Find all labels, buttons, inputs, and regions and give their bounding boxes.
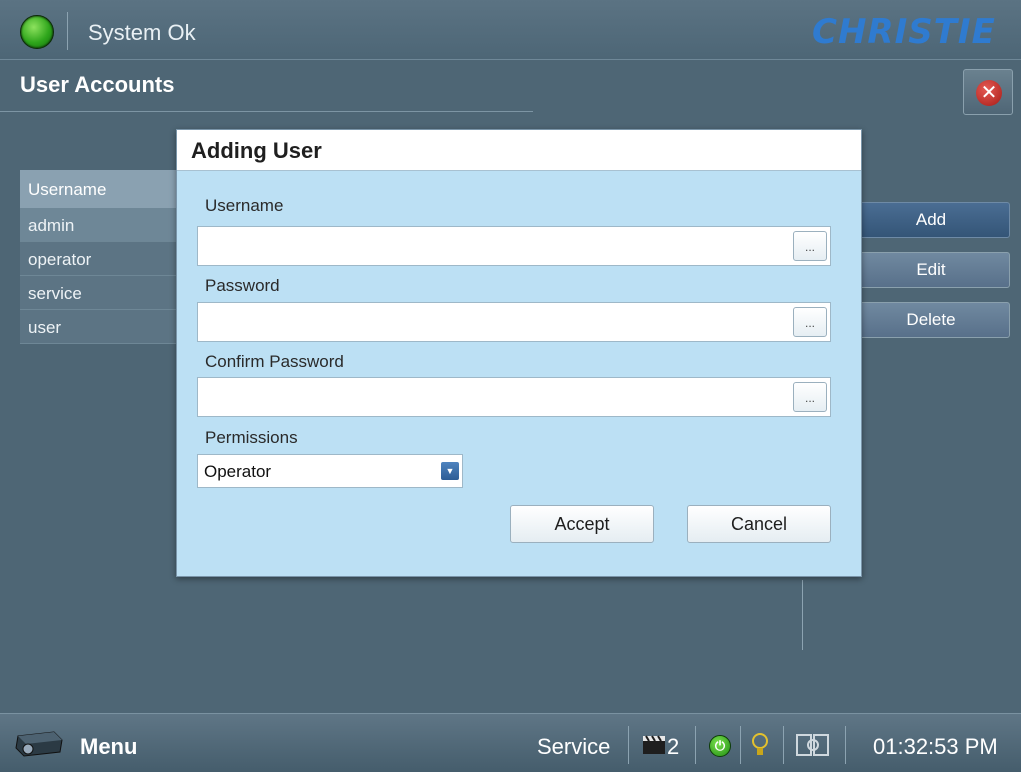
bottom-status-bar: Menu Service 2 ⏻ 01:32:53 PM bbox=[0, 713, 1021, 772]
service-label: Service bbox=[537, 734, 611, 759]
lamp-icon[interactable] bbox=[751, 732, 769, 758]
divider bbox=[628, 726, 629, 764]
cancel-button[interactable]: Cancel bbox=[687, 505, 831, 543]
divider bbox=[783, 726, 784, 764]
menu-button[interactable]: Menu bbox=[80, 734, 137, 760]
divider bbox=[695, 726, 696, 764]
divider bbox=[845, 726, 846, 764]
user-list: Username admin operator service user bbox=[20, 170, 180, 344]
permissions-label: Permissions bbox=[205, 428, 298, 447]
confirm-password-field[interactable] bbox=[197, 377, 831, 417]
user-row-admin[interactable]: admin bbox=[20, 208, 180, 242]
user-list-header: Username bbox=[20, 170, 180, 208]
permissions-select[interactable]: Operator ▼ bbox=[197, 454, 463, 488]
divider bbox=[802, 580, 803, 650]
tools-icon[interactable] bbox=[794, 731, 832, 759]
clock: 01:32:53 PM bbox=[873, 734, 998, 759]
power-icon[interactable]: ⏻ bbox=[709, 735, 731, 757]
page-title: User Accounts bbox=[20, 72, 175, 97]
edit-button[interactable]: Edit bbox=[852, 252, 1010, 288]
title-divider bbox=[0, 111, 533, 112]
add-button[interactable]: Add bbox=[852, 202, 1010, 238]
top-status-bar: System Ok CHRISTIE bbox=[0, 0, 1021, 60]
dialog-title-bar: Adding User bbox=[177, 130, 861, 171]
username-field[interactable] bbox=[197, 226, 831, 266]
user-row-operator[interactable]: operator bbox=[20, 242, 180, 276]
channel-number: 2 bbox=[667, 734, 680, 759]
clapperboard-icon[interactable] bbox=[642, 735, 666, 755]
username-keyboard-button[interactable]: ... bbox=[793, 231, 827, 261]
username-label: Username bbox=[205, 196, 284, 215]
divider bbox=[67, 12, 68, 50]
dialog-title: Adding User bbox=[191, 138, 322, 163]
close-icon: ✕ bbox=[976, 80, 1002, 106]
password-keyboard-button[interactable]: ... bbox=[793, 307, 827, 337]
close-button[interactable]: ✕ bbox=[963, 69, 1013, 115]
delete-button[interactable]: Delete bbox=[852, 302, 1010, 338]
password-field[interactable] bbox=[197, 302, 831, 342]
divider bbox=[740, 726, 741, 764]
chevron-down-icon[interactable]: ▼ bbox=[441, 462, 459, 480]
user-row-user[interactable]: user bbox=[20, 310, 180, 344]
permissions-value: Operator bbox=[204, 462, 272, 481]
password-label: Password bbox=[205, 276, 280, 295]
christie-logo: CHRISTIE bbox=[812, 12, 996, 52]
system-status-text: System Ok bbox=[88, 20, 196, 45]
confirm-password-keyboard-button[interactable]: ... bbox=[793, 382, 827, 412]
adding-user-dialog: Adding User Username ... Password ... Co… bbox=[176, 129, 862, 577]
accept-button[interactable]: Accept bbox=[510, 505, 654, 543]
status-led-icon bbox=[20, 15, 54, 49]
projector-icon[interactable] bbox=[14, 728, 64, 758]
user-row-service[interactable]: service bbox=[20, 276, 180, 310]
confirm-password-label: Confirm Password bbox=[205, 352, 344, 371]
